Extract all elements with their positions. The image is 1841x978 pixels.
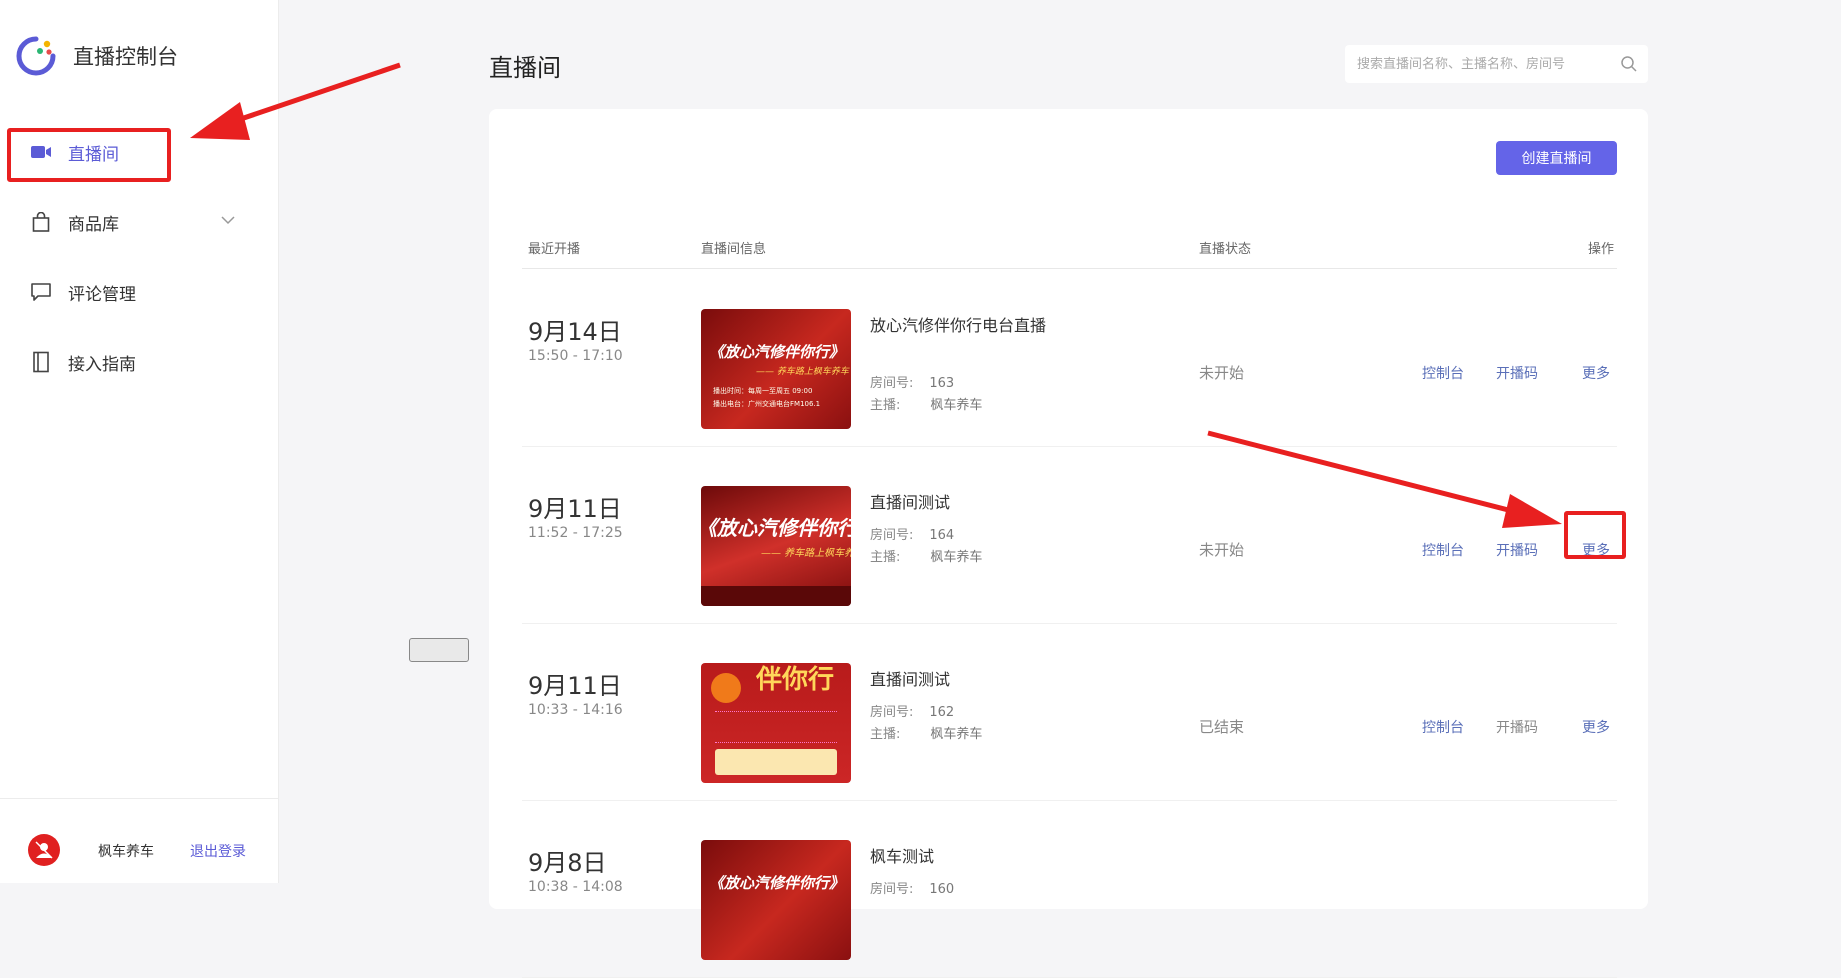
cover-title: 伴你行 (756, 665, 835, 695)
room-number-label: 房间号: (870, 705, 914, 720)
stream-code-link[interactable]: 开播码 (1496, 717, 1538, 737)
room-name[interactable]: 直播间测试 (870, 490, 1050, 515)
room-number-value: 160 (929, 882, 955, 897)
cover-sponsor-strip (701, 586, 851, 606)
anchor: 主播: 枫车养车 (870, 394, 982, 413)
cover-subtitle: —— 养车路上枫车养车 (761, 548, 851, 559)
room-cover-image[interactable]: 伴你行 (701, 663, 851, 783)
row-date: 9月8日 (528, 849, 607, 877)
room-cover-image[interactable]: 《放心汽修伴你行》 —— 养车路上枫车养车 (701, 486, 851, 606)
status-text: 未开始 (1199, 541, 1245, 559)
anchor-label: 主播: (870, 398, 901, 413)
avatar[interactable] (28, 834, 60, 866)
anchor-value: 枫车养车 (930, 727, 983, 742)
more-link[interactable]: 更多 (1582, 717, 1610, 737)
sidebar-item-integration-guide[interactable]: 接入指南 (30, 342, 136, 382)
row-date: 9月14日 (528, 318, 622, 346)
search-icon[interactable] (1620, 55, 1638, 73)
column-info: 直播间信息 (701, 242, 767, 257)
status-text: 已结束 (1199, 718, 1245, 736)
live-room-card: 创建直播间 最近开播 直播间信息 直播状态 操作 9月14日 15:50 - 1… (489, 109, 1648, 978)
sidebar-item-comments[interactable]: 评论管理 (30, 272, 136, 312)
column-ops: 操作 (1588, 242, 1615, 257)
sidebar-item-label: 接入指南 (68, 354, 136, 375)
cover-subtitle: —— 养车路上枫车养车 (756, 367, 849, 377)
annotation-highlight-more (1564, 511, 1626, 559)
cover-badge (711, 673, 741, 703)
anchor-value: 枫车养车 (930, 398, 983, 413)
search-input[interactable] (1355, 55, 1609, 73)
anchor-label: 主播: (870, 550, 901, 565)
more-link[interactable]: 更多 (1582, 363, 1610, 383)
room-number: 房间号: 163 (870, 372, 954, 391)
logo-icon (16, 36, 56, 76)
page-title: 直播间 (489, 54, 561, 82)
anchor: 主播: 枫车养车 (870, 723, 982, 742)
search-box (1345, 45, 1648, 83)
row-date: 9月11日 (528, 672, 622, 700)
sidebar-footer: 枫车养车 退出登录 (0, 798, 278, 883)
logout-link[interactable]: 退出登录 (190, 841, 246, 861)
console-link[interactable]: 控制台 (1422, 540, 1464, 560)
table-row: 9月11日 11:52 - 17:25 《放心汽修伴你行》 —— 养车路上枫车养… (522, 446, 1617, 624)
room-number: 房间号: 162 (870, 701, 954, 720)
room-number-value: 164 (929, 528, 955, 543)
app-logo: 直播控制台 (15, 35, 178, 77)
shopping-bag-icon (30, 211, 52, 233)
table-row: 9月8日 10:38 - 14:08 《放心汽修伴你行》 枫车测试 房间号: 16… (522, 800, 1617, 978)
row-time: 15:50 - 17:10 (528, 348, 623, 364)
row-time: 11:52 - 17:25 (528, 525, 623, 541)
user-name: 枫车养车 (98, 844, 154, 860)
book-icon (30, 351, 52, 373)
user-avatar-icon (35, 841, 53, 859)
status-text: 未开始 (1199, 364, 1245, 382)
anchor-label: 主播: (870, 727, 901, 742)
sidebar-item-product-library[interactable]: 商品库 (30, 202, 119, 242)
create-live-room-button[interactable]: 创建直播间 (1496, 141, 1617, 175)
anchor: 主播: 枫车养车 (870, 546, 982, 565)
room-cover-image[interactable]: 《放心汽修伴你行》 (701, 840, 851, 960)
cover-banner (715, 749, 837, 775)
room-number: 房间号: 164 (870, 524, 954, 543)
app-title: 直播控制台 (73, 45, 178, 69)
column-status: 直播状态 (1199, 242, 1252, 257)
console-link[interactable]: 控制台 (1422, 717, 1464, 737)
cover-line: 播出时间：每周一至周五 09:00 (713, 387, 813, 395)
cover-text-block (715, 711, 837, 743)
room-number-value: 163 (929, 376, 955, 391)
room-name[interactable]: 直播间测试 (870, 667, 1050, 692)
sidebar-item-label: 评论管理 (68, 284, 136, 305)
room-cover-image[interactable]: 《放心汽修伴你行》 —— 养车路上枫车养车 播出时间：每周一至周五 09:00 … (701, 309, 851, 429)
cover-title: 《放心汽修伴你行》 (709, 343, 845, 361)
cover-title: 《放心汽修伴你行》 (701, 516, 851, 540)
row-time: 10:33 - 14:16 (528, 702, 623, 718)
room-number-value: 162 (929, 705, 955, 720)
table-row: 9月14日 15:50 - 17:10 《放心汽修伴你行》 —— 养车路上枫车养… (522, 269, 1617, 447)
console-link[interactable]: 控制台 (1422, 363, 1464, 383)
table-header: 最近开播 直播间信息 直播状态 操作 (522, 226, 1617, 269)
row-date: 9月11日 (528, 495, 622, 523)
room-number-label: 房间号: (870, 882, 914, 897)
row-time: 10:38 - 14:08 (528, 879, 623, 895)
room-number-label: 房间号: (870, 528, 914, 543)
blurred-element (409, 638, 469, 662)
anchor-value: 枫车养车 (930, 550, 983, 565)
stream-code-link[interactable]: 开播码 (1496, 540, 1538, 560)
table-row: 9月11日 10:33 - 14:16 伴你行 直播间测试 房间号: 162 主播… (522, 623, 1617, 801)
room-name[interactable]: 放心汽修伴你行电台直播 (870, 313, 1050, 338)
room-number-label: 房间号: (870, 376, 914, 391)
column-recent: 最近开播 (528, 242, 581, 257)
sidebar-item-label: 商品库 (68, 214, 119, 235)
cover-line: 播出电台：广州交通电台FM106.1 (713, 400, 821, 408)
chevron-down-icon[interactable] (220, 212, 236, 228)
room-number: 房间号: 160 (870, 878, 954, 897)
comment-icon (30, 281, 52, 303)
annotation-highlight-live-room (7, 128, 171, 182)
stream-code-link[interactable]: 开播码 (1496, 363, 1538, 383)
room-name[interactable]: 枫车测试 (870, 844, 1050, 869)
